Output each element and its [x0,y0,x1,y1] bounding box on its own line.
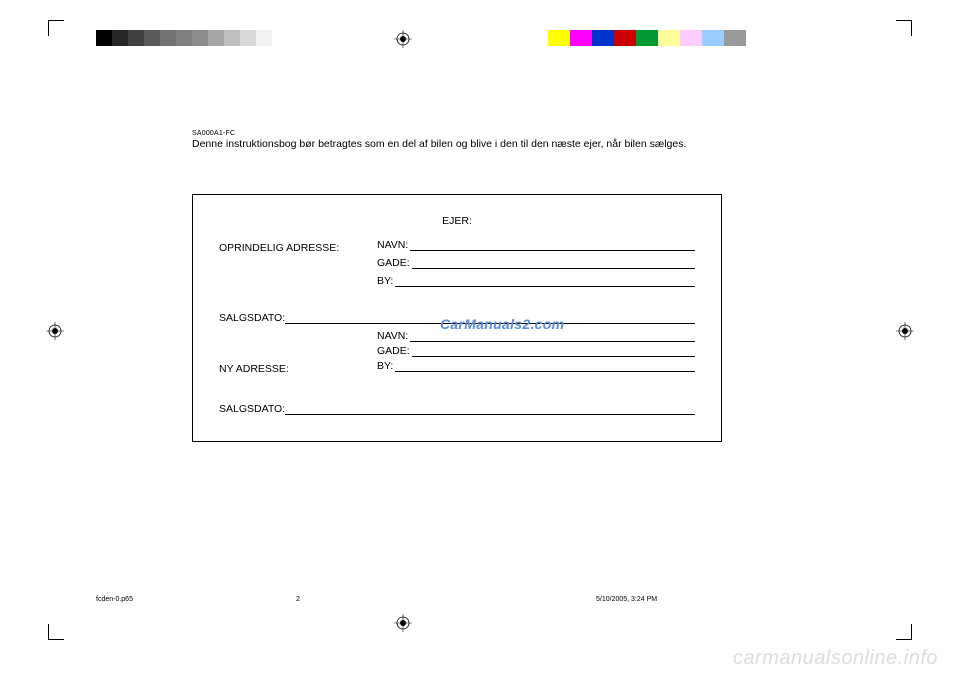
by-label-1: BY: [377,275,393,287]
grayscale-swatch [96,30,112,46]
grayscale-swatch [176,30,192,46]
by-field-1 [395,275,695,287]
salgsdato-label-1: SALGSDATO: [219,312,285,324]
registration-mark-top [394,30,412,48]
salgsdato-field-1 [285,312,695,324]
registration-mark-bottom [394,614,412,632]
footer-page-number: 2 [296,596,596,603]
document-code: SA000A1-FC [192,130,792,137]
page-content: SA000A1-FC Denne instruktionsbog bør bet… [192,130,792,442]
registration-mark-right [896,322,914,340]
footer-filename: fcden-0.p65 [96,596,296,603]
grayscale-calibration-bar [96,30,288,46]
navn-field-1 [410,239,695,251]
salgsdato-field-2 [285,403,695,415]
owner-header: EJER: [219,215,695,227]
owner-info-box: EJER: OPRINDELIG ADRESSE: NAVN: GADE: BY… [192,194,722,442]
grayscale-swatch [128,30,144,46]
grayscale-swatch [272,30,288,46]
crop-mark-bottom-right [896,624,912,640]
watermark-bottom: carmanualsonline.info [733,647,938,670]
navn-label-1: NAVN: [377,239,408,251]
navn-label-2: NAVN: [377,330,408,342]
color-swatch [724,30,746,46]
salgsdato-label-2: SALGSDATO: [219,403,285,415]
gade-label-2: GADE: [377,345,410,357]
gade-field-2 [412,345,695,357]
new-address-label: NY ADRESSE: [219,363,377,375]
grayscale-swatch [160,30,176,46]
gade-field-1 [412,257,695,269]
by-field-2 [395,360,695,372]
color-swatch [614,30,636,46]
crop-mark-bottom-left [48,624,64,640]
navn-field-2 [410,330,695,342]
color-swatch [658,30,680,46]
registration-mark-left [46,322,64,340]
original-address-label: OPRINDELIG ADRESSE: [219,242,377,254]
grayscale-swatch [224,30,240,46]
color-swatch [592,30,614,46]
color-swatch [702,30,724,46]
color-swatch [548,30,570,46]
footer-timestamp: 5/10/2005, 3:24 PM [596,596,866,603]
color-swatch [636,30,658,46]
by-label-2: BY: [377,360,393,372]
grayscale-swatch [208,30,224,46]
color-calibration-bar [548,30,746,46]
color-swatch [680,30,702,46]
print-footer: fcden-0.p65 2 5/10/2005, 3:24 PM [96,596,866,603]
grayscale-swatch [240,30,256,46]
crop-mark-top-right [896,20,912,36]
color-swatch [570,30,592,46]
grayscale-swatch [256,30,272,46]
grayscale-swatch [112,30,128,46]
gade-label-1: GADE: [377,257,410,269]
instruction-text: Denne instruktionsbog bør betragtes som … [192,138,792,150]
grayscale-swatch [144,30,160,46]
grayscale-swatch [192,30,208,46]
crop-mark-top-left [48,20,64,36]
